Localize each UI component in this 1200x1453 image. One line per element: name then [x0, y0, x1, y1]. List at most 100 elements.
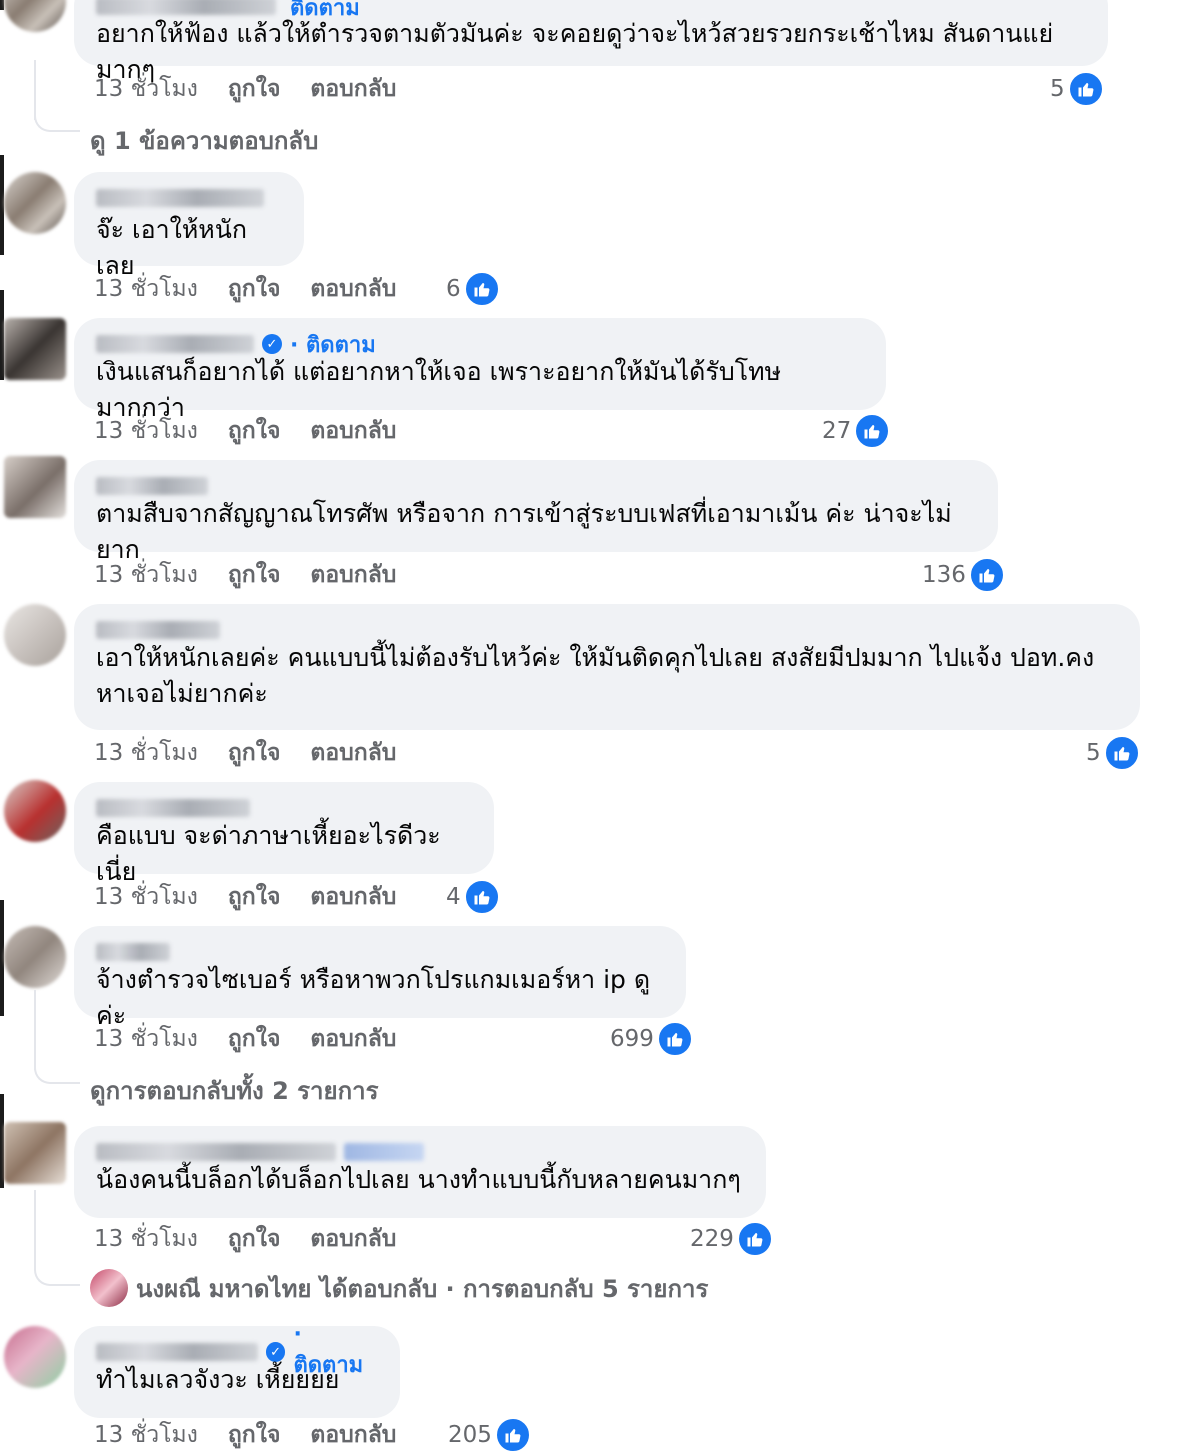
reaction-count[interactable]: 6 [446, 271, 500, 307]
reaction-count[interactable]: 229 [690, 1221, 773, 1257]
commenter-name[interactable] [96, 189, 264, 207]
comment-bubble: น้องคนนี้บล็อกได้บล็อกไปเลย นางทำแบบนี้ก… [74, 1126, 766, 1218]
replier-avatar [90, 1269, 128, 1307]
thread-line [34, 990, 36, 1070]
reply-button[interactable]: ตอบกลับ [310, 1417, 396, 1453]
like-button[interactable]: ถูกใจ [228, 271, 281, 307]
comment-bubble: เอาให้หนักเลยค่ะ คนแบบนี้ไม่ต้องรับไหว้ค… [74, 604, 1140, 730]
commenter-avatar[interactable] [4, 456, 66, 518]
follow-link[interactable]: ติดตาม [290, 0, 360, 25]
reaction-count-label: 699 [610, 1026, 654, 1052]
thumbs-up-icon [1103, 735, 1140, 771]
comment-time[interactable]: 13 ชั่วโมง [94, 735, 198, 771]
comment-bubble: ✓ · ติดตาม ทำไมเลวจังวะ เหี้ยยยย [74, 1322, 400, 1418]
thumbs-up-icon [463, 879, 500, 915]
like-button[interactable]: ถูกใจ [228, 1021, 281, 1057]
reply-button[interactable]: ตอบกลับ [310, 557, 396, 593]
commenter-avatar[interactable] [4, 604, 66, 666]
view-replies-link[interactable]: ดู 1 ข้อความตอบกลับ [90, 122, 318, 158]
reaction-count[interactable]: 5 [1050, 71, 1104, 107]
commenter-name[interactable] [96, 477, 208, 495]
like-button[interactable]: ถูกใจ [228, 413, 281, 449]
commenter-avatar[interactable] [4, 1122, 66, 1184]
comment-bubble: จ้างตำรวจไซเบอร์ หรือหาพวกโปรแกมเมอร์หา … [74, 926, 686, 1030]
commenter-avatar[interactable] [4, 0, 66, 32]
comment-time[interactable]: 13 ชั่วโมง [94, 71, 198, 107]
reply-button[interactable]: ตอบกลับ [310, 735, 396, 771]
thread-curve [34, 1262, 80, 1286]
comment-actions: 13 ชั่วโมง ถูกใจ ตอบกลับ [94, 72, 396, 106]
commenter-name-row[interactable] [96, 184, 282, 212]
verified-badge-icon: ✓ [262, 334, 282, 354]
like-button[interactable]: ถูกใจ [228, 1221, 281, 1257]
commenter-name[interactable] [96, 943, 170, 961]
reply-button[interactable]: ตอบกลับ [310, 1221, 396, 1257]
reaction-count-label: 205 [448, 1422, 492, 1448]
comment-time[interactable]: 13 ชั่วโมง [94, 879, 198, 915]
comment-text: น้องคนนี้บล็อกได้บล็อกไปเลย นางทำแบบนี้ก… [96, 1165, 741, 1194]
reaction-count-label: 6 [446, 276, 461, 302]
like-button[interactable]: ถูกใจ [228, 71, 281, 107]
reaction-count-label: 4 [446, 884, 461, 910]
comment-time[interactable]: 13 ชั่วโมง [94, 271, 198, 307]
commenter-avatar[interactable] [4, 318, 66, 380]
comment-time[interactable]: 13 ชั่วโมง [94, 413, 198, 449]
reply-button[interactable]: ตอบกลับ [310, 413, 396, 449]
reply-button[interactable]: ตอบกลับ [310, 271, 396, 307]
comment-actions: 13 ชั่วโมง ถูกใจ ตอบกลับ [94, 1022, 396, 1056]
comment-bubble: ✓ · ติดตาม เงินแสนก็อยากได้ แต่อยากหาให้… [74, 318, 886, 422]
comment-bubble: จ๊ะ เอาให้หนักเลย [74, 172, 304, 280]
thread-line [34, 1190, 36, 1270]
thread-curve [34, 1060, 80, 1084]
like-button[interactable]: ถูกใจ [228, 1417, 281, 1453]
commenter-avatar[interactable] [4, 172, 66, 234]
thread-curve [34, 108, 80, 132]
commenter-name[interactable] [96, 621, 220, 639]
thumbs-up-icon [463, 271, 500, 307]
reaction-count-label: 5 [1050, 76, 1065, 102]
commenter-name[interactable] [96, 1143, 336, 1161]
reply-button[interactable]: ตอบกลับ [310, 879, 396, 915]
reaction-count[interactable]: 27 [822, 413, 891, 449]
reaction-count[interactable]: 136 [922, 557, 1005, 593]
view-replies-label: ดูการตอบกลับทั้ง 2 รายการ [90, 1076, 379, 1105]
comment-text: ทำไมเลวจังวะ เหี้ยยยย [96, 1365, 340, 1394]
reaction-count-label: 5 [1086, 740, 1101, 766]
reaction-count-label: 27 [822, 418, 852, 444]
comment-time[interactable]: 13 ชั่วโมง [94, 557, 198, 593]
commenter-name[interactable] [96, 335, 254, 353]
like-button[interactable]: ถูกใจ [228, 735, 281, 771]
commenter-avatar[interactable] [4, 926, 66, 988]
reaction-count[interactable]: 699 [610, 1021, 693, 1057]
comment-text: เอาให้หนักเลยค่ะ คนแบบนี้ไม่ต้องรับไหว้ค… [96, 643, 1095, 708]
commenter-name[interactable] [96, 1343, 258, 1361]
like-button[interactable]: ถูกใจ [228, 557, 281, 593]
view-replies-link[interactable]: ดูการตอบกลับทั้ง 2 รายการ [90, 1072, 378, 1108]
comment-actions: 13 ชั่วโมง ถูกใจ ตอบกลับ [94, 272, 396, 306]
reaction-count[interactable]: 4 [446, 879, 500, 915]
view-replies-link[interactable]: นงผณี มหาดไทย ได้ตอบกลับ · การตอบกลับ 5 … [90, 1269, 709, 1307]
comment-actions: 13 ชั่วโมง ถูกใจ ตอบกลับ [94, 1418, 396, 1452]
commenter-name[interactable] [96, 0, 276, 15]
reaction-count-label: 136 [922, 562, 966, 588]
reaction-count[interactable]: 5 [1086, 735, 1140, 771]
comment-bubble: คือแบบ จะด่าภาษาเหี้ยอะไรดีวะเนี่ย [74, 782, 494, 886]
comment-actions: 13 ชั่วโมง ถูกใจ ตอบกลับ [94, 880, 396, 914]
reply-button[interactable]: ตอบกลับ [310, 1021, 396, 1057]
verified-badge-icon: ✓ [265, 1342, 286, 1362]
thumbs-up-icon [854, 413, 891, 449]
reply-button[interactable]: ตอบกลับ [310, 71, 396, 107]
thumbs-up-icon [1067, 71, 1104, 107]
comment-actions: 13 ชั่วโมง ถูกใจ ตอบกลับ [94, 1222, 396, 1256]
commenter-avatar[interactable] [4, 1326, 66, 1388]
view-replies-label: นงผณี มหาดไทย ได้ตอบกลับ · การตอบกลับ 5 … [136, 1274, 709, 1303]
commenter-name[interactable] [96, 799, 250, 817]
comment-time[interactable]: 13 ชั่วโมง [94, 1221, 198, 1257]
comment-time[interactable]: 13 ชั่วโมง [94, 1417, 198, 1453]
comment-actions: 13 ชั่วโมง ถูกใจ ตอบกลับ [94, 414, 396, 448]
thumbs-up-icon [968, 557, 1005, 593]
comment-time[interactable]: 13 ชั่วโมง [94, 1021, 198, 1057]
like-button[interactable]: ถูกใจ [228, 879, 281, 915]
reaction-count[interactable]: 205 [448, 1417, 531, 1453]
commenter-avatar[interactable] [4, 780, 66, 842]
